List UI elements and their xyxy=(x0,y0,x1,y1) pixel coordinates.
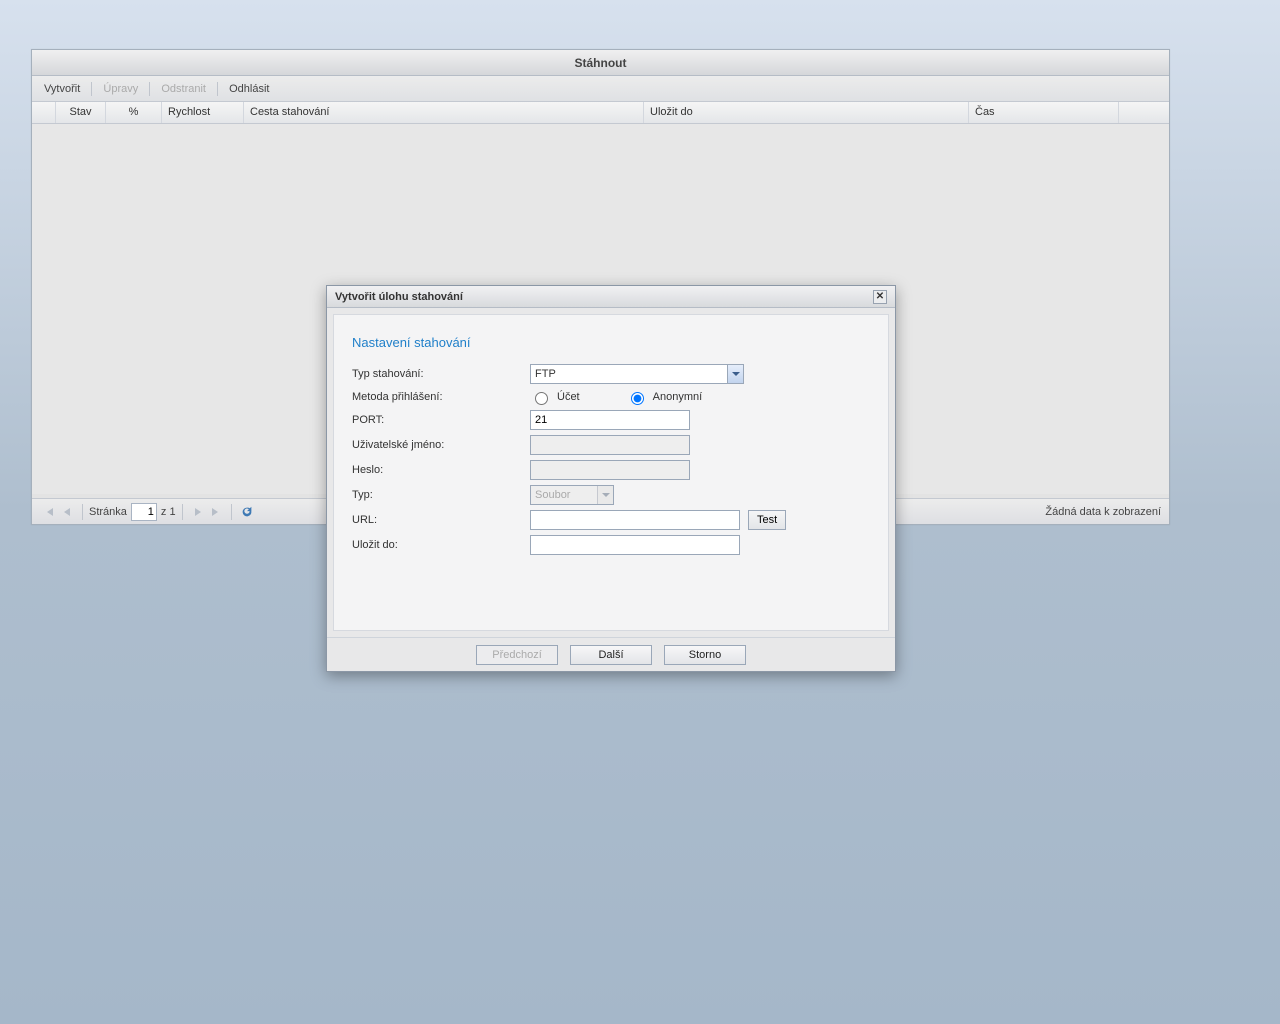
dialog-title-text: Vytvořit úlohu stahování xyxy=(335,286,463,308)
filetype-value: Soubor xyxy=(531,489,597,501)
column-icon[interactable] xyxy=(32,102,56,123)
label-password: Heslo: xyxy=(352,464,530,476)
toolbar-delete-button: Odstranit xyxy=(155,76,212,102)
dialog-body: Nastavení stahování Typ stahování: FTP M… xyxy=(333,314,889,631)
radio-anonymous-label[interactable]: Anonymní xyxy=(653,391,703,403)
pager-separator xyxy=(82,504,83,520)
close-icon: ✕ xyxy=(876,292,884,302)
column-path[interactable]: Cesta stahování xyxy=(244,102,644,123)
pager-last-icon xyxy=(208,504,224,520)
label-username: Uživatelské jméno: xyxy=(352,439,530,451)
toolbar-separator xyxy=(91,82,92,96)
pager-total: z 1 xyxy=(161,506,176,518)
dialog-titlebar[interactable]: Vytvořit úlohu stahování ✕ xyxy=(327,286,895,308)
toolbar-separator xyxy=(217,82,218,96)
grid-header: Stav % Rychlost Cesta stahování Uložit d… xyxy=(32,102,1169,124)
column-time[interactable]: Čas xyxy=(969,102,1119,123)
toolbar-logout-button[interactable]: Odhlásit xyxy=(223,76,275,102)
pager-separator xyxy=(182,504,183,520)
label-url: URL: xyxy=(352,514,530,526)
pager-label: Stránka xyxy=(89,506,127,518)
radio-anonymous[interactable] xyxy=(631,392,644,405)
panel-toolbar: Vytvořit Úpravy Odstranit Odhlásit xyxy=(32,76,1169,102)
section-title: Nastavení stahování xyxy=(352,335,870,350)
pager-separator xyxy=(231,504,232,520)
label-saveto: Uložit do: xyxy=(352,539,530,551)
column-saveto[interactable]: Uložit do xyxy=(644,102,969,123)
toolbar-separator xyxy=(149,82,150,96)
download-type-value: FTP xyxy=(531,368,727,380)
download-type-select[interactable]: FTP xyxy=(530,364,744,384)
toolbar-create-button[interactable]: Vytvořit xyxy=(38,76,86,102)
pager-refresh-button[interactable] xyxy=(239,504,255,520)
url-input[interactable] xyxy=(530,510,740,530)
refresh-icon xyxy=(240,505,254,519)
next-button[interactable]: Další xyxy=(570,645,652,665)
column-stav[interactable]: Stav xyxy=(56,102,106,123)
chevron-down-icon xyxy=(597,486,613,504)
cancel-button[interactable]: Storno xyxy=(664,645,746,665)
pager-prev-icon xyxy=(59,504,75,520)
port-input[interactable] xyxy=(530,410,690,430)
filetype-select: Soubor xyxy=(530,485,614,505)
dialog-close-button[interactable]: ✕ xyxy=(873,290,887,304)
radio-account-label[interactable]: Účet xyxy=(557,391,580,403)
dialog-button-bar: Předchozí Další Storno xyxy=(327,637,895,671)
test-button[interactable]: Test xyxy=(748,510,786,530)
pager-page-input[interactable] xyxy=(131,503,157,521)
column-spacer xyxy=(1119,102,1169,123)
panel-title: Stáhnout xyxy=(32,50,1169,76)
create-download-dialog: Vytvořit úlohu stahování ✕ Nastavení sta… xyxy=(326,285,896,672)
label-login-method: Metoda přihlášení: xyxy=(352,391,530,403)
chevron-down-icon xyxy=(727,365,743,383)
username-input xyxy=(530,435,690,455)
column-speed[interactable]: Rychlost xyxy=(162,102,244,123)
pager-first-icon xyxy=(41,504,57,520)
password-input xyxy=(530,460,690,480)
toolbar-edit-button: Úpravy xyxy=(97,76,144,102)
label-filetype: Typ: xyxy=(352,489,530,501)
label-port: PORT: xyxy=(352,414,530,426)
column-percent[interactable]: % xyxy=(106,102,162,123)
pager-next-icon xyxy=(190,504,206,520)
radio-account[interactable] xyxy=(535,392,548,405)
saveto-input[interactable] xyxy=(530,535,740,555)
label-download-type: Typ stahování: xyxy=(352,368,530,380)
grid-empty-message: Žádná data k zobrazení xyxy=(1045,506,1161,518)
prev-button: Předchozí xyxy=(476,645,558,665)
